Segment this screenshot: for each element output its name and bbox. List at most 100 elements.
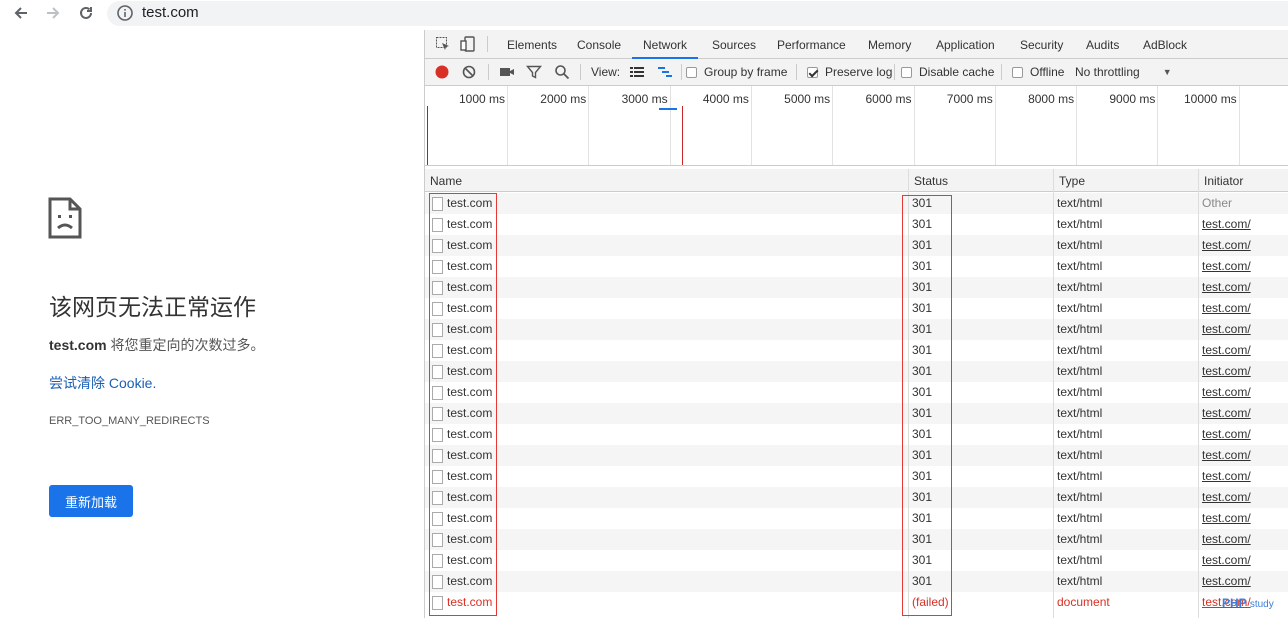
request-initiator[interactable]: test.com/ xyxy=(1202,361,1251,382)
request-row[interactable]: test.com 301 text/html test.com/ xyxy=(425,298,1288,319)
reload-button[interactable]: 重新加载 xyxy=(49,485,133,517)
tab-audits[interactable]: Audits xyxy=(1086,30,1119,59)
request-name[interactable]: test.com xyxy=(447,361,492,382)
request-name[interactable]: test.com xyxy=(447,277,492,298)
request-initiator[interactable]: test.com/ xyxy=(1202,214,1251,235)
throttling-select[interactable]: No throttling ▼ xyxy=(1075,63,1172,81)
request-row[interactable]: test.com 301 text/html test.com/ xyxy=(425,445,1288,466)
request-initiator[interactable]: test.com/ xyxy=(1202,382,1251,403)
tab-memory[interactable]: Memory xyxy=(868,30,911,59)
request-initiator[interactable]: test.com/ xyxy=(1202,277,1251,298)
offline-option[interactable]: Offline xyxy=(1012,63,1064,81)
request-initiator[interactable]: test.com/ xyxy=(1202,298,1251,319)
column-name[interactable]: Name xyxy=(425,169,908,192)
offline-checkbox[interactable] xyxy=(1012,66,1023,78)
request-row[interactable]: test.com 301 text/html test.com/ xyxy=(425,256,1288,277)
inspect-element-icon[interactable] xyxy=(435,36,451,52)
request-name[interactable]: test.com xyxy=(447,592,492,613)
request-initiator[interactable]: test.com/ xyxy=(1202,403,1251,424)
request-row[interactable]: test.com 301 text/html test.com/ xyxy=(425,277,1288,298)
address-bar[interactable]: test.com xyxy=(107,1,1288,26)
preserve-log-checkbox[interactable] xyxy=(807,66,818,78)
request-row[interactable]: test.com 301 text/html test.com/ xyxy=(425,550,1288,571)
request-initiator[interactable]: test.com/ xyxy=(1202,508,1251,529)
request-name[interactable]: test.com xyxy=(447,235,492,256)
tab-network[interactable]: Network xyxy=(632,30,699,59)
request-initiator[interactable]: test.com/ xyxy=(1202,571,1251,592)
group-by-frame-checkbox[interactable] xyxy=(686,66,697,78)
request-name[interactable]: test.com xyxy=(447,550,492,571)
request-initiator[interactable]: test.com/ xyxy=(1202,550,1251,571)
request-row[interactable]: test.com 301 text/html Other xyxy=(425,193,1288,214)
list-view-icon[interactable] xyxy=(629,63,645,81)
request-row[interactable]: test.com 301 text/html test.com/ xyxy=(425,319,1288,340)
request-initiator[interactable]: test.com/ xyxy=(1202,319,1251,340)
request-initiator[interactable]: test.com/ xyxy=(1202,529,1251,550)
request-name[interactable]: test.com xyxy=(447,571,492,592)
request-row[interactable]: test.com 301 text/html test.com/ xyxy=(425,214,1288,235)
column-status[interactable]: Status xyxy=(908,169,1053,192)
request-initiator[interactable]: test.com/ xyxy=(1202,424,1251,445)
request-name[interactable]: test.com xyxy=(447,487,492,508)
clear-cookie-link[interactable]: 尝试清除 Cookie. xyxy=(49,373,156,393)
request-name[interactable]: test.com xyxy=(447,508,492,529)
tab-console[interactable]: Console xyxy=(577,30,621,59)
disable-cache-option[interactable]: Disable cache xyxy=(901,63,994,81)
request-row[interactable]: test.com 301 text/html test.com/ xyxy=(425,466,1288,487)
filter-icon[interactable] xyxy=(526,63,542,81)
request-row[interactable]: test.com 301 text/html test.com/ xyxy=(425,424,1288,445)
request-name[interactable]: test.com xyxy=(447,403,492,424)
screenshot-icon[interactable] xyxy=(499,63,515,81)
arrow-left-icon[interactable] xyxy=(9,2,33,24)
request-row[interactable]: test.com 301 text/html test.com/ xyxy=(425,571,1288,592)
request-name[interactable]: test.com xyxy=(447,256,492,277)
record-icon[interactable] xyxy=(434,63,450,81)
request-row[interactable]: test.com 301 text/html test.com/ xyxy=(425,340,1288,361)
request-initiator[interactable]: test.com/ xyxy=(1202,445,1251,466)
request-row[interactable]: test.com 301 text/html test.com/ xyxy=(425,508,1288,529)
group-by-frame-option[interactable]: Group by frame xyxy=(686,63,787,81)
request-row[interactable]: test.com (failed) document test.com/ xyxy=(425,592,1288,613)
column-type[interactable]: Type xyxy=(1053,169,1198,192)
arrow-right-icon[interactable] xyxy=(41,2,65,24)
reload-icon[interactable] xyxy=(74,2,98,24)
search-icon[interactable] xyxy=(554,63,570,81)
request-initiator[interactable]: test.com/ xyxy=(1202,340,1251,361)
request-name[interactable]: test.com xyxy=(447,214,492,235)
url-text[interactable]: test.com xyxy=(142,4,199,21)
request-name[interactable]: test.com xyxy=(447,529,492,550)
request-name[interactable]: test.com xyxy=(447,193,492,214)
request-name[interactable]: test.com xyxy=(447,445,492,466)
tab-application[interactable]: Application xyxy=(936,30,995,59)
request-initiator[interactable]: test.com/ xyxy=(1202,256,1251,277)
request-row[interactable]: test.com 301 text/html test.com/ xyxy=(425,361,1288,382)
request-name[interactable]: test.com xyxy=(447,340,492,361)
request-initiator[interactable]: test.com/ xyxy=(1202,466,1251,487)
request-row[interactable]: test.com 301 text/html test.com/ xyxy=(425,382,1288,403)
request-name[interactable]: test.com xyxy=(447,319,492,340)
request-type: text/html xyxy=(1057,574,1103,588)
device-toolbar-icon[interactable] xyxy=(460,36,476,52)
tab-elements[interactable]: Elements xyxy=(507,30,557,59)
request-initiator[interactable]: test.com/ xyxy=(1202,235,1251,256)
request-name[interactable]: test.com xyxy=(447,298,492,319)
request-row[interactable]: test.com 301 text/html test.com/ xyxy=(425,403,1288,424)
network-overview-timeline[interactable]: 1000 ms 2000 ms 3000 ms 4000 ms 5000 ms 6000 … xyxy=(425,86,1288,166)
tab-performance[interactable]: Performance xyxy=(777,30,846,59)
request-row[interactable]: test.com 301 text/html test.com/ xyxy=(425,529,1288,550)
request-name[interactable]: test.com xyxy=(447,466,492,487)
request-row[interactable]: test.com 301 text/html test.com/ xyxy=(425,487,1288,508)
waterfall-view-icon[interactable] xyxy=(657,63,673,81)
request-name[interactable]: test.com xyxy=(447,424,492,445)
info-icon[interactable] xyxy=(116,4,134,22)
tab-adblock[interactable]: AdBlock xyxy=(1143,30,1187,59)
column-initiator[interactable]: Initiator xyxy=(1198,169,1288,192)
clear-icon[interactable] xyxy=(461,63,477,81)
preserve-log-option[interactable]: Preserve log xyxy=(807,63,892,81)
disable-cache-checkbox[interactable] xyxy=(901,66,912,78)
tab-security[interactable]: Security xyxy=(1020,30,1063,59)
request-row[interactable]: test.com 301 text/html test.com/ xyxy=(425,235,1288,256)
request-initiator[interactable]: test.com/ xyxy=(1202,487,1251,508)
tab-sources[interactable]: Sources xyxy=(712,30,756,59)
request-name[interactable]: test.com xyxy=(447,382,492,403)
